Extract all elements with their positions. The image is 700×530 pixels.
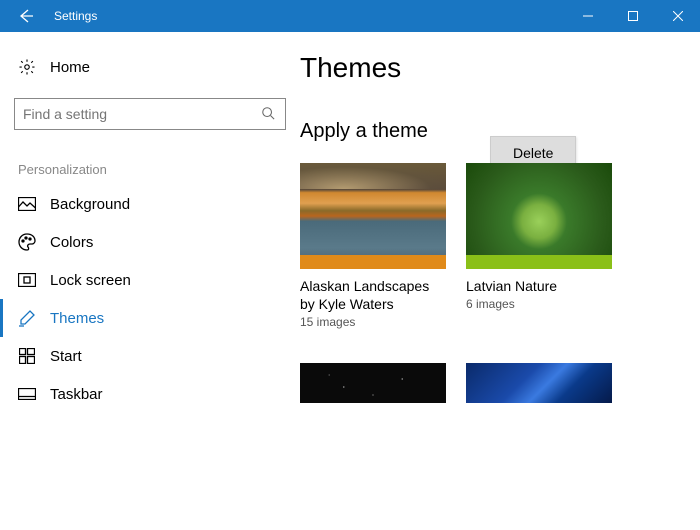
back-button[interactable]	[0, 0, 50, 32]
window-title: Settings	[54, 9, 97, 23]
sidebar-item-label: Taskbar	[50, 386, 103, 403]
theme-count: 6 images	[466, 297, 612, 311]
theme-card[interactable]: Alaskan Landscapes by Kyle Waters 15 ima…	[300, 163, 446, 329]
theme-accent-strip	[300, 255, 446, 269]
close-button[interactable]	[655, 0, 700, 32]
sidebar-item-label: Colors	[50, 234, 93, 251]
sidebar-item-lockscreen[interactable]: Lock screen	[0, 261, 286, 299]
theme-thumbnail	[300, 363, 446, 403]
sidebar-item-background[interactable]: Background	[0, 185, 286, 223]
window-controls	[565, 0, 700, 32]
apply-theme-heading: Apply a theme	[300, 120, 672, 143]
theme-count: 15 images	[300, 315, 446, 329]
theme-name: Latvian Nature	[466, 277, 612, 295]
sidebar-item-label: Themes	[50, 310, 104, 327]
section-label: Personalization	[14, 160, 286, 179]
sidebar: Home Personalization Background Colors L…	[0, 32, 300, 530]
sidebar-item-themes[interactable]: Themes	[0, 299, 286, 337]
palette-icon	[18, 233, 36, 251]
theme-name: Alaskan Landscapes by Kyle Waters	[300, 277, 446, 313]
arrow-left-icon	[16, 7, 34, 25]
start-icon	[18, 347, 36, 365]
sidebar-item-taskbar[interactable]: Taskbar	[0, 375, 286, 413]
theme-card[interactable]	[466, 363, 612, 403]
search-input[interactable]	[14, 98, 286, 130]
sidebar-item-label: Start	[50, 348, 82, 365]
titlebar: Settings	[0, 0, 700, 32]
theme-card[interactable]	[300, 363, 446, 403]
minimize-icon	[583, 11, 593, 21]
search-field[interactable]	[23, 106, 261, 122]
sidebar-item-label: Background	[50, 196, 130, 213]
picture-icon	[18, 195, 36, 213]
sidebar-item-label: Lock screen	[50, 272, 131, 289]
maximize-icon	[628, 11, 638, 21]
theme-accent-strip	[466, 255, 612, 269]
sidebar-item-colors[interactable]: Colors	[0, 223, 286, 261]
theme-thumbnail	[300, 163, 446, 269]
theme-thumbnail	[466, 163, 612, 269]
home-link[interactable]: Home	[14, 50, 286, 84]
home-label: Home	[50, 59, 90, 76]
theme-thumbnail	[466, 363, 612, 403]
main-content: Themes Apply a theme Delete Alaskan Land…	[300, 32, 700, 530]
sidebar-item-start[interactable]: Start	[0, 337, 286, 375]
taskbar-icon	[18, 385, 36, 403]
page-title: Themes	[300, 52, 672, 84]
gear-icon	[18, 58, 36, 76]
brush-icon	[18, 309, 36, 327]
maximize-button[interactable]	[610, 0, 655, 32]
lockscreen-icon	[18, 271, 36, 289]
search-icon	[261, 106, 277, 122]
minimize-button[interactable]	[565, 0, 610, 32]
theme-card[interactable]: Latvian Nature 6 images	[466, 163, 612, 329]
close-icon	[673, 11, 683, 21]
